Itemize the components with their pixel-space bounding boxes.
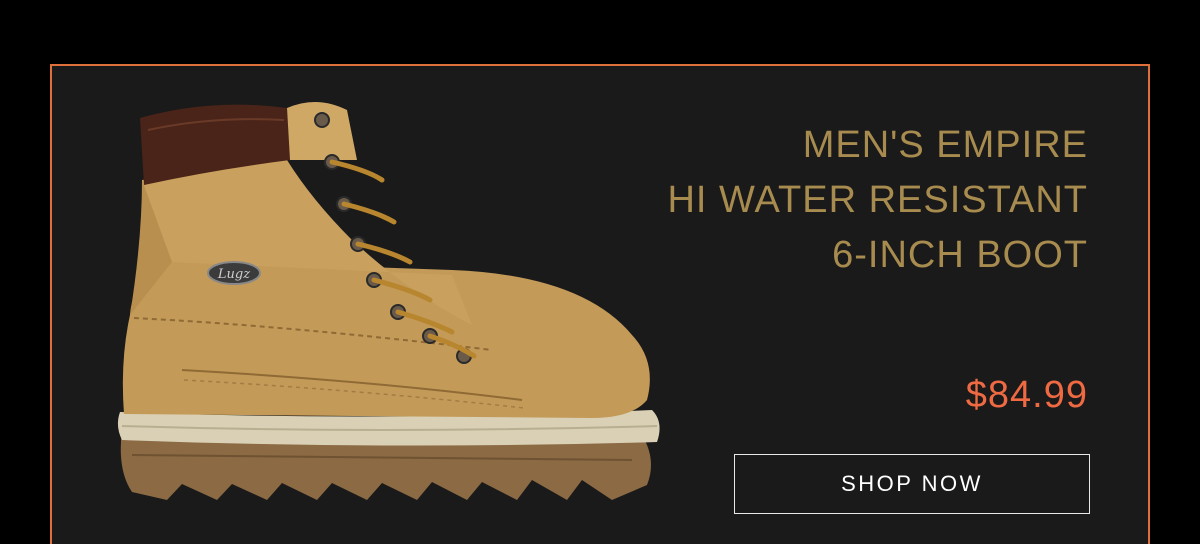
title-line-1: MEN'S EMPIRE xyxy=(802,124,1088,166)
product-title: MEN'S EMPIRE HI WATER RESISTANT 6-INCH B… xyxy=(528,118,1088,283)
title-line-2: HI WATER RESISTANT xyxy=(667,179,1088,221)
brand-logo: Lugz xyxy=(217,267,250,282)
title-line-3: 6-INCH BOOT xyxy=(832,234,1088,276)
shop-now-button[interactable]: SHOP NOW xyxy=(734,454,1090,514)
product-price: $84.99 xyxy=(965,374,1088,416)
product-card: Lugz MEN'S EMPIRE HI WATER RESISTANT 6-I… xyxy=(50,64,1150,544)
